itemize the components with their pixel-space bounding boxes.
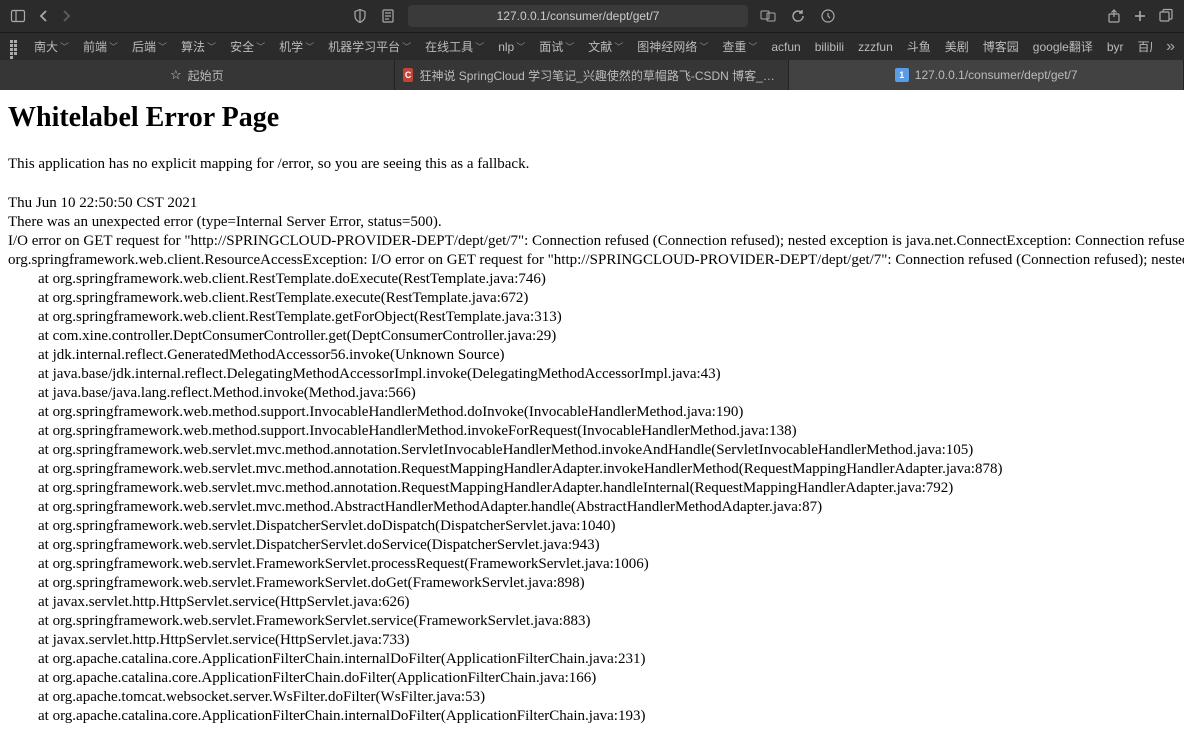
sidebar-toggle-icon[interactable]	[8, 6, 28, 26]
stack-trace-line: at java.base/jdk.internal.reflect.Delega…	[8, 366, 1176, 383]
bookmark-item[interactable]: google翻译	[1033, 38, 1093, 55]
chevron-down-icon: ﹀	[475, 40, 484, 53]
bookmarks-overflow-icon[interactable]: »	[1166, 38, 1174, 56]
stack-trace-line: at org.springframework.web.servlet.mvc.m…	[8, 461, 1176, 478]
stack-trace-line: at org.springframework.web.servlet.mvc.m…	[8, 480, 1176, 497]
tab-count-badge: 1	[895, 68, 909, 82]
stack-trace-line: at org.springframework.web.servlet.Frame…	[8, 613, 1176, 630]
bookmark-item[interactable]: 前端﹀	[83, 38, 118, 55]
chevron-down-icon: ﹀	[516, 40, 525, 53]
bookmark-item[interactable]: bilibili	[815, 40, 844, 54]
bookmark-item[interactable]: 美剧	[945, 38, 969, 55]
bookmark-item[interactable]: 文献﹀	[588, 38, 623, 55]
stack-trace-line: at org.springframework.web.method.suppor…	[8, 404, 1176, 421]
bookmark-item[interactable]: 机学﹀	[279, 38, 314, 55]
error-exception: org.springframework.web.client.ResourceA…	[8, 252, 1176, 269]
share-icon[interactable]	[1104, 6, 1124, 26]
chevron-down-icon: ﹀	[748, 40, 757, 53]
bookmark-item[interactable]: 后端﹀	[132, 38, 167, 55]
stack-trace-line: at org.springframework.web.servlet.Dispa…	[8, 518, 1176, 535]
bookmark-item[interactable]: 图神经网络﹀	[637, 38, 708, 55]
stack-trace-line: at org.springframework.web.servlet.mvc.m…	[8, 442, 1176, 459]
stack-trace-line: at com.xine.controller.DeptConsumerContr…	[8, 328, 1176, 345]
stack-trace-line: at org.springframework.web.servlet.Dispa…	[8, 537, 1176, 554]
error-title: Whitelabel Error Page	[8, 102, 1176, 134]
stack-trace-line: at org.apache.catalina.core.ApplicationF…	[8, 708, 1176, 725]
stack-trace-line: at javax.servlet.http.HttpServlet.servic…	[8, 632, 1176, 649]
bookmark-item[interactable]: 算法﹀	[181, 38, 216, 55]
chevron-down-icon: ﹀	[109, 40, 118, 53]
forward-button[interactable]	[56, 6, 76, 26]
tab-label: 狂神说 SpringCloud 学习笔记_兴趣使然的草帽路飞-CSDN 博客_狂…	[419, 67, 780, 84]
tab-localhost[interactable]: 1 127.0.0.1/consumer/dept/get/7	[789, 60, 1184, 90]
error-timestamp: Thu Jun 10 22:50:50 CST 2021	[8, 195, 1176, 212]
chevron-down-icon: ﹀	[402, 40, 411, 53]
tabs-overview-icon[interactable]	[1156, 6, 1176, 26]
bookmark-item[interactable]: 机器学习平台﹀	[328, 38, 411, 55]
star-icon: ☆	[170, 67, 182, 83]
apps-icon[interactable]	[10, 40, 20, 54]
back-button[interactable]	[34, 6, 54, 26]
bookmark-item[interactable]: 斗鱼	[907, 38, 931, 55]
tabs-bar: ☆ 起始页 C 狂神说 SpringCloud 学习笔记_兴趣使然的草帽路飞-C…	[0, 60, 1184, 90]
chevron-down-icon: ﹀	[699, 40, 708, 53]
bookmark-item[interactable]: 南大﹀	[34, 38, 69, 55]
tab-label: 起始页	[188, 67, 224, 84]
csdn-favicon: C	[403, 68, 414, 82]
stack-trace-line: at org.apache.tomcat.websocket.server.Ws…	[8, 689, 1176, 706]
bookmark-item[interactable]: byr	[1107, 40, 1124, 54]
stack-trace-line: at org.springframework.web.servlet.mvc.m…	[8, 499, 1176, 516]
tab-label: 127.0.0.1/consumer/dept/get/7	[915, 68, 1078, 82]
bookmark-item[interactable]: acfun	[771, 40, 800, 54]
chevron-down-icon: ﹀	[207, 40, 216, 53]
tab-csdn-blog[interactable]: C 狂神说 SpringCloud 学习笔记_兴趣使然的草帽路飞-CSDN 博客…	[395, 60, 790, 90]
reload-icon[interactable]	[788, 6, 808, 26]
chevron-down-icon: ﹀	[256, 40, 265, 53]
stack-trace-line: at java.base/java.lang.reflect.Method.in…	[8, 385, 1176, 402]
bookmark-item[interactable]: 安全﹀	[230, 38, 265, 55]
stack-trace-line: at org.springframework.web.client.RestTe…	[8, 309, 1176, 326]
shield-icon[interactable]	[350, 6, 370, 26]
bookmarks-bar: 南大﹀ 前端﹀ 后端﹀ 算法﹀ 安全﹀ 机学﹀ 机器学习平台﹀ 在线工具﹀ nlp﹀ 面试﹀ 文献﹀…	[0, 32, 1184, 60]
bookmark-item[interactable]: 百度	[1138, 38, 1153, 55]
bookmark-item[interactable]: 在线工具﹀	[425, 38, 484, 55]
reader-icon[interactable]	[378, 6, 398, 26]
bookmark-item[interactable]: nlp﹀	[498, 40, 525, 54]
chevron-down-icon: ﹀	[614, 40, 623, 53]
chevron-down-icon: ﹀	[565, 40, 574, 53]
url-bar[interactable]: 127.0.0.1/consumer/dept/get/7	[408, 5, 748, 27]
bookmark-item[interactable]: 面试﹀	[539, 38, 574, 55]
stack-trace-line: at jdk.internal.reflect.GeneratedMethodA…	[8, 347, 1176, 364]
translate-icon[interactable]	[758, 6, 778, 26]
stack-trace-line: at org.springframework.web.client.RestTe…	[8, 290, 1176, 307]
stack-trace-line: at javax.servlet.http.HttpServlet.servic…	[8, 594, 1176, 611]
error-message: This application has no explicit mapping…	[8, 156, 1176, 173]
chevron-down-icon: ﹀	[158, 40, 167, 53]
stack-trace-line: at org.springframework.web.servlet.Frame…	[8, 556, 1176, 573]
stack-trace-line: at org.apache.catalina.core.ApplicationF…	[8, 651, 1176, 668]
chevron-down-icon: ﹀	[305, 40, 314, 53]
bookmark-item[interactable]: zzzfun	[858, 40, 893, 54]
new-tab-icon[interactable]	[1130, 6, 1150, 26]
stack-trace-line: at org.springframework.web.client.RestTe…	[8, 271, 1176, 288]
error-exception: I/O error on GET request for "http://SPR…	[8, 233, 1176, 250]
chevron-down-icon: ﹀	[60, 40, 69, 53]
stack-trace-line: at org.apache.catalina.core.ApplicationF…	[8, 670, 1176, 687]
tab-start-page[interactable]: ☆ 起始页	[0, 60, 395, 90]
error-page-content: Whitelabel Error Page This application h…	[0, 90, 1184, 739]
bookmark-item[interactable]: 博客园	[983, 38, 1019, 55]
error-summary: There was an unexpected error (type=Inte…	[8, 214, 1176, 231]
stack-trace-line: at org.springframework.web.servlet.Frame…	[8, 575, 1176, 592]
stack-trace-line: at org.springframework.web.method.suppor…	[8, 423, 1176, 440]
history-icon[interactable]	[818, 6, 838, 26]
browser-toolbar: 127.0.0.1/consumer/dept/get/7	[0, 0, 1184, 32]
bookmark-item[interactable]: 查重﹀	[722, 38, 757, 55]
